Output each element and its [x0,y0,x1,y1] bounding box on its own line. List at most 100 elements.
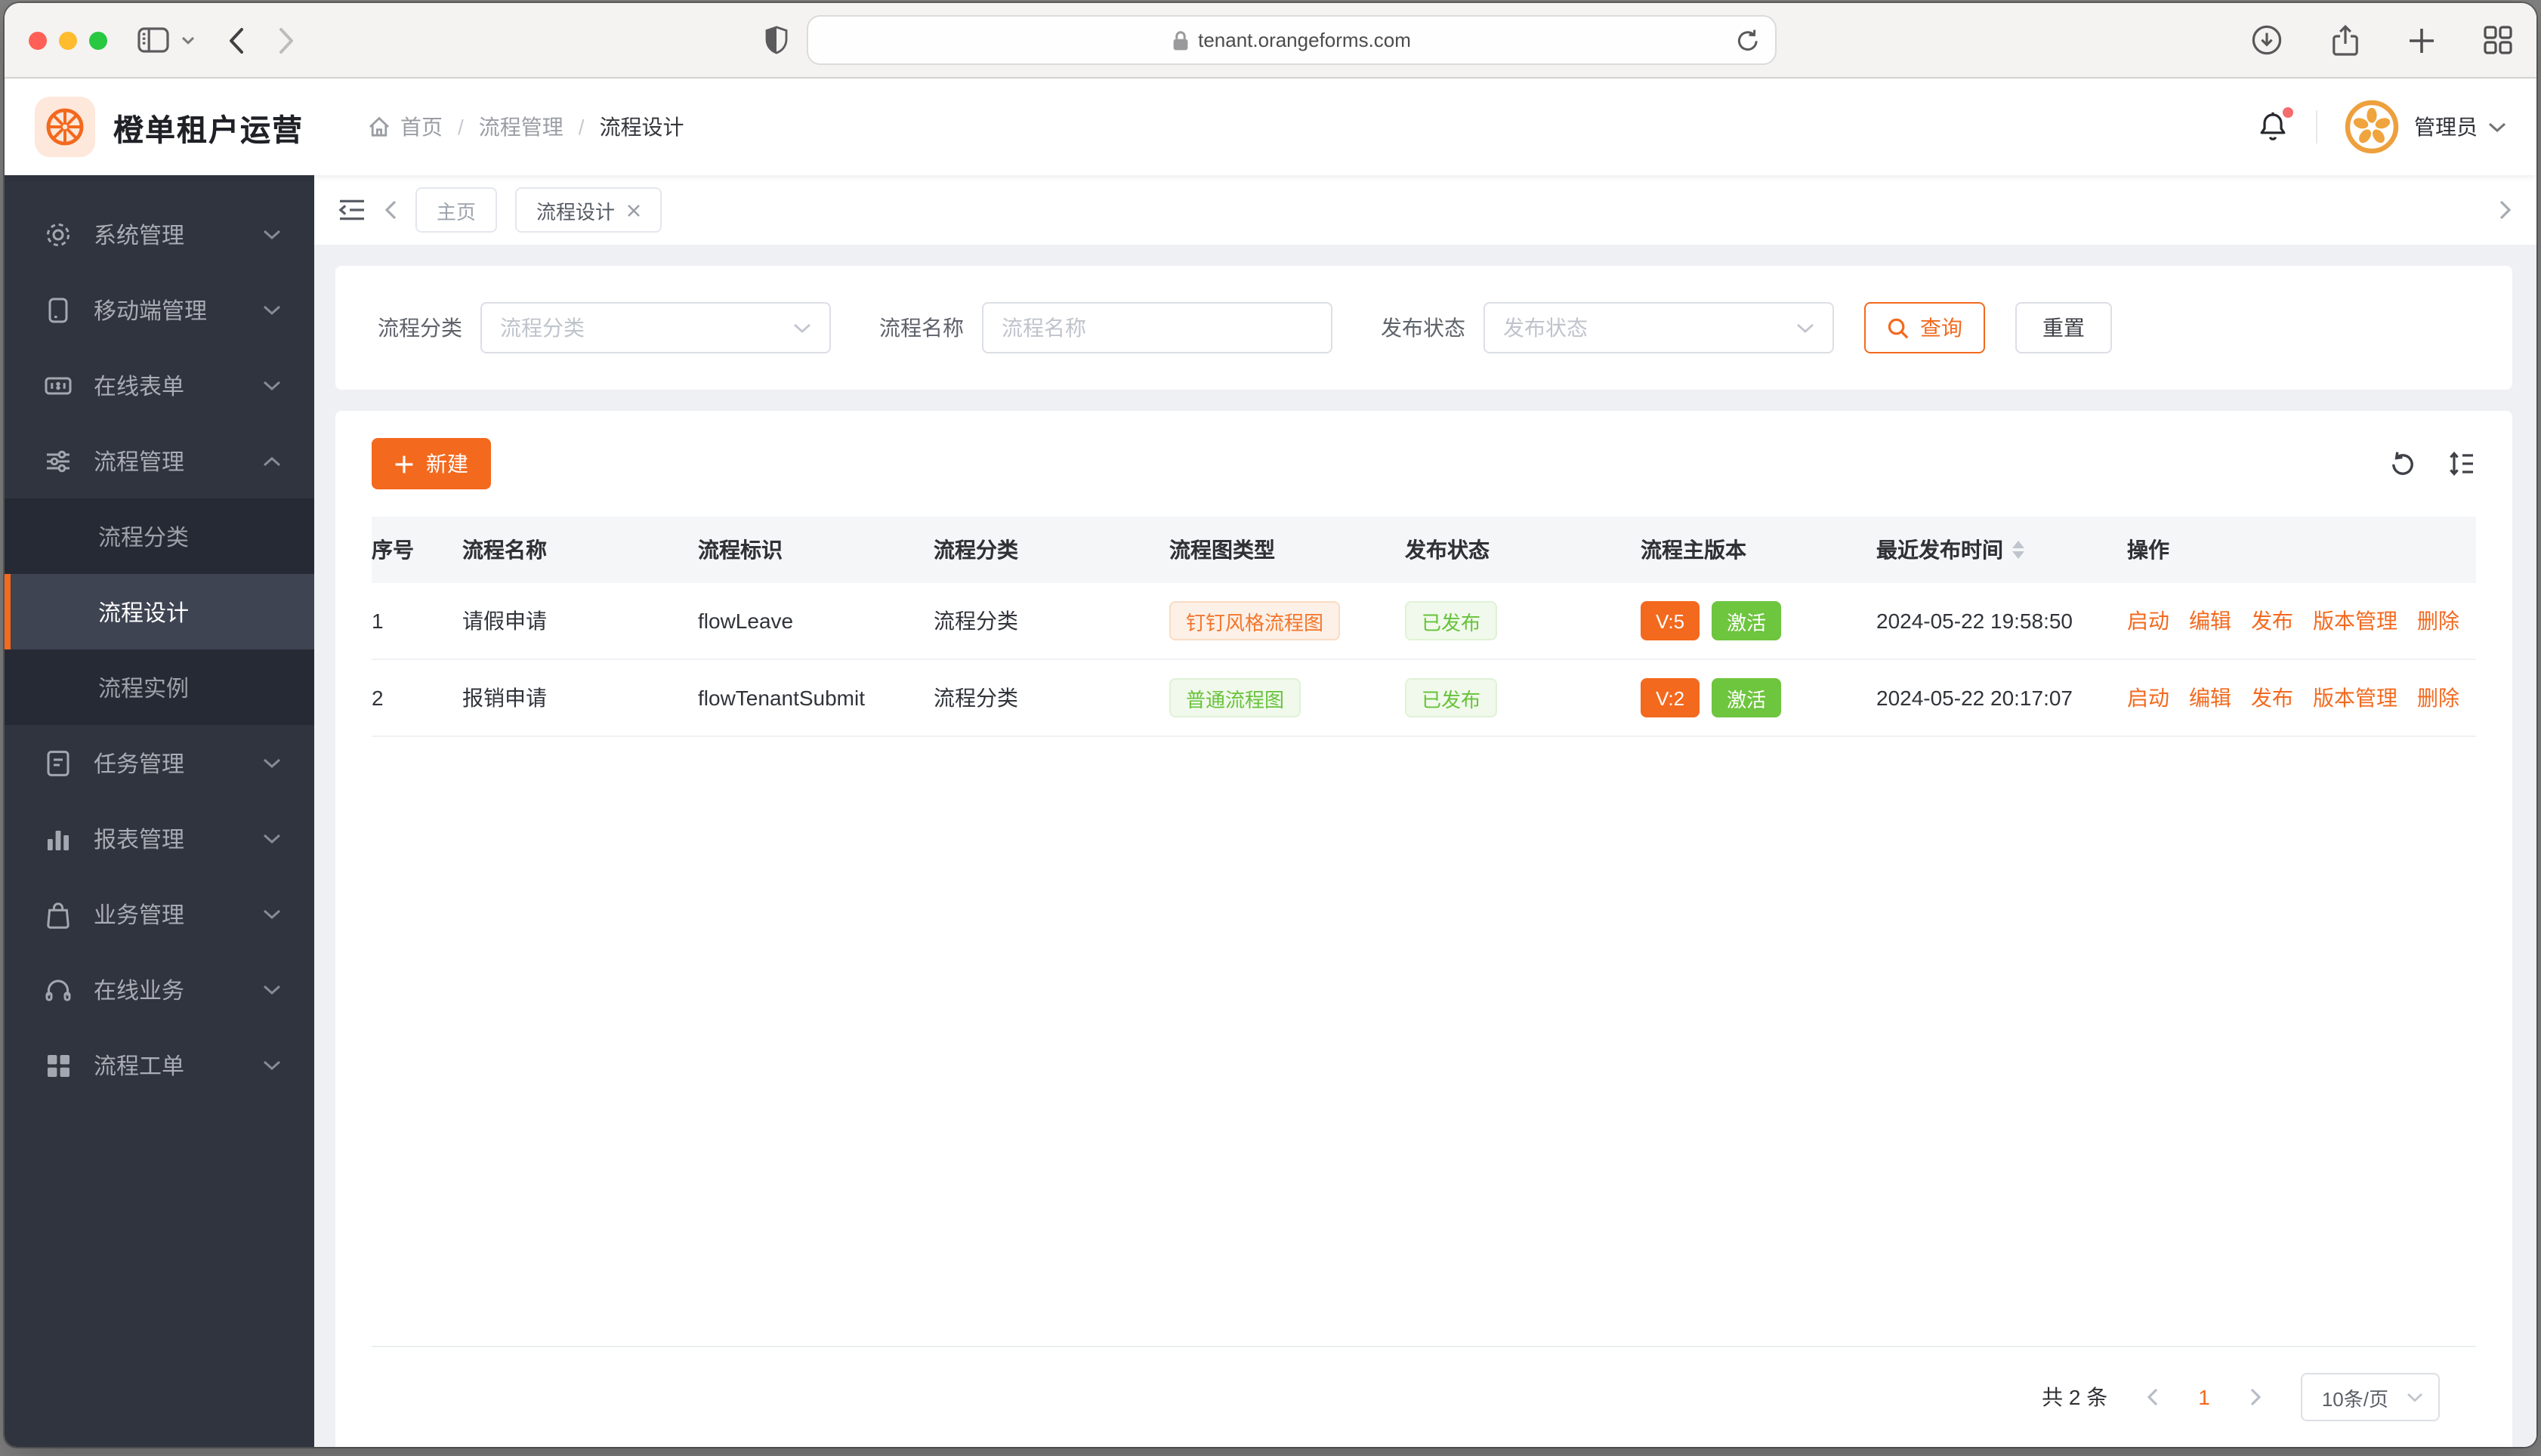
delete-link[interactable]: 删除 [2417,606,2459,636]
bag-icon [44,899,73,928]
version-manage-link[interactable]: 版本管理 [2313,683,2397,713]
diagram-type-tag: 普通流程图 [1169,678,1301,717]
new-tab-icon[interactable] [2408,26,2435,54]
version-tag: V:5 [1641,601,1700,640]
total-count: 共 2 条 [2042,1385,2108,1409]
table-empty-area [372,737,2476,1347]
version-manage-link[interactable]: 版本管理 [2313,606,2397,636]
close-tab-icon[interactable] [627,203,641,217]
cell-flow-category: 流程分类 [934,686,1018,710]
chevron-down-icon [793,322,811,333]
table-header-row: 序号 流程名称 流程标识 流程分类 流程图类型 发布状态 流程主版本 最近发布时… [372,517,2476,583]
sidebar-item-mobile[interactable]: 移动端管理 [5,272,314,347]
downloads-icon[interactable] [2251,24,2283,56]
status-filter-label: 发布状态 [1381,316,1465,340]
diagram-type-tag: 钉钉风格流程图 [1169,601,1341,640]
sidebar-toggle-icon[interactable] [137,27,169,53]
back-button[interactable] [228,26,245,54]
sidebar-item-system[interactable]: 系统管理 [5,196,314,272]
sidebar-item-flow-instance[interactable]: 流程实例 [5,649,314,725]
chevron-up-icon [263,455,281,466]
sidebar-item-business[interactable]: 业务管理 [5,876,314,952]
reload-icon[interactable] [1736,29,1760,57]
breadcrumb-current: 流程设计 [599,115,684,139]
search-icon [1887,316,1910,339]
url-text: tenant.orangeforms.com [1198,29,1411,51]
avatar[interactable] [2345,100,2399,154]
publish-link[interactable]: 发布 [2251,683,2293,713]
sidebar-item-flow-category[interactable]: 流程分类 [5,498,314,574]
edit-link[interactable]: 编辑 [2189,606,2231,636]
tab-flow-design[interactable]: 流程设计 [515,187,662,233]
zoom-window-button[interactable] [89,31,107,49]
breadcrumb-section[interactable]: 流程管理 [479,112,563,142]
sliders-icon [44,446,73,475]
start-link[interactable]: 启动 [2127,606,2169,636]
publish-status-tag: 已发布 [1405,678,1498,717]
sidebar-item-flow-design[interactable]: 流程设计 [5,574,314,649]
share-icon[interactable] [2331,23,2360,57]
row-actions: 启动 编辑 发布 版本管理 删除 [2127,660,2476,736]
current-page[interactable]: 1 [2198,1385,2210,1409]
tab-home[interactable]: 主页 [415,187,498,233]
publish-link[interactable]: 发布 [2251,606,2293,636]
col-flow-key: 流程标识 [698,538,783,562]
start-link[interactable]: 启动 [2127,683,2169,713]
col-flow-name: 流程名称 [462,538,547,562]
sidebar-item-report[interactable]: 报表管理 [5,800,314,876]
col-diagram-type: 流程图类型 [1169,538,1275,562]
plus-icon [394,454,414,474]
next-page-icon[interactable] [2249,1388,2262,1406]
prev-page-icon[interactable] [2147,1388,2159,1406]
header-divider [2316,110,2317,143]
close-window-button[interactable] [29,31,47,49]
col-index: 序号 [372,538,414,562]
create-button[interactable]: 新建 [372,438,491,489]
privacy-shield-icon[interactable] [764,26,789,54]
collapse-menu-icon[interactable] [338,198,366,222]
notifications-button[interactable] [2257,107,2293,143]
sidebar-item-online-form[interactable]: 在线表单 [5,347,314,423]
minimize-window-button[interactable] [59,31,77,49]
sidebar-item-flow-management[interactable]: 流程管理 [5,423,314,498]
tab-scroll-right-icon[interactable] [2499,199,2512,221]
sort-desc-icon [2012,551,2024,559]
app-header: 橙单租户运营 首页 / 流程管理 / 流程设计 管理员 [5,79,2536,175]
tab-overview-icon[interactable] [2484,26,2512,54]
status-select[interactable]: 发布状态 [1484,302,1834,353]
window-controls [29,31,107,49]
edit-link[interactable]: 编辑 [2189,683,2231,713]
reset-button[interactable]: 重置 [2015,302,2112,353]
category-select[interactable]: 流程分类 [480,302,831,353]
refresh-icon[interactable] [2388,449,2417,478]
address-bar[interactable]: tenant.orangeforms.com [807,15,1777,65]
chevron-down-icon [263,304,281,315]
tasks-icon [44,748,73,777]
user-name[interactable]: 管理员 [2414,112,2478,142]
home-icon [369,116,389,137]
lock-icon [1172,29,1189,51]
delete-link[interactable]: 删除 [2417,683,2459,713]
sidebar-chevron-icon[interactable] [181,35,195,45]
search-button[interactable]: 查询 [1864,302,1985,353]
sidebar-item-online-business[interactable]: 在线业务 [5,952,314,1027]
breadcrumb-home[interactable]: 首页 [367,112,443,142]
forward-button[interactable] [278,26,295,54]
breadcrumb-separator: / [458,115,464,139]
filter-panel: 流程分类 流程分类 流程名称 发布状态 [335,266,2512,390]
active-status-tag: 激活 [1712,678,1782,717]
col-actions: 操作 [2127,538,2169,562]
sidebar-item-flow-workorder[interactable]: 流程工单 [5,1027,314,1103]
page-size-select[interactable]: 10条/页 [2300,1373,2440,1421]
active-status-tag: 激活 [1712,601,1782,640]
user-menu-chevron-icon[interactable] [2488,122,2506,132]
cell-flow-category: 流程分类 [934,609,1018,633]
sidebar-item-task[interactable]: 任务管理 [5,725,314,800]
sort-carets[interactable] [2012,541,2024,559]
name-input[interactable] [982,302,1332,353]
chevron-down-icon [263,833,281,844]
table-toolbar: 新建 [335,411,2512,517]
tab-scroll-left-icon[interactable] [384,199,397,221]
column-settings-icon[interactable] [2447,450,2476,477]
cell-publish-time: 2024-05-22 20:17:07 [1876,686,2073,710]
